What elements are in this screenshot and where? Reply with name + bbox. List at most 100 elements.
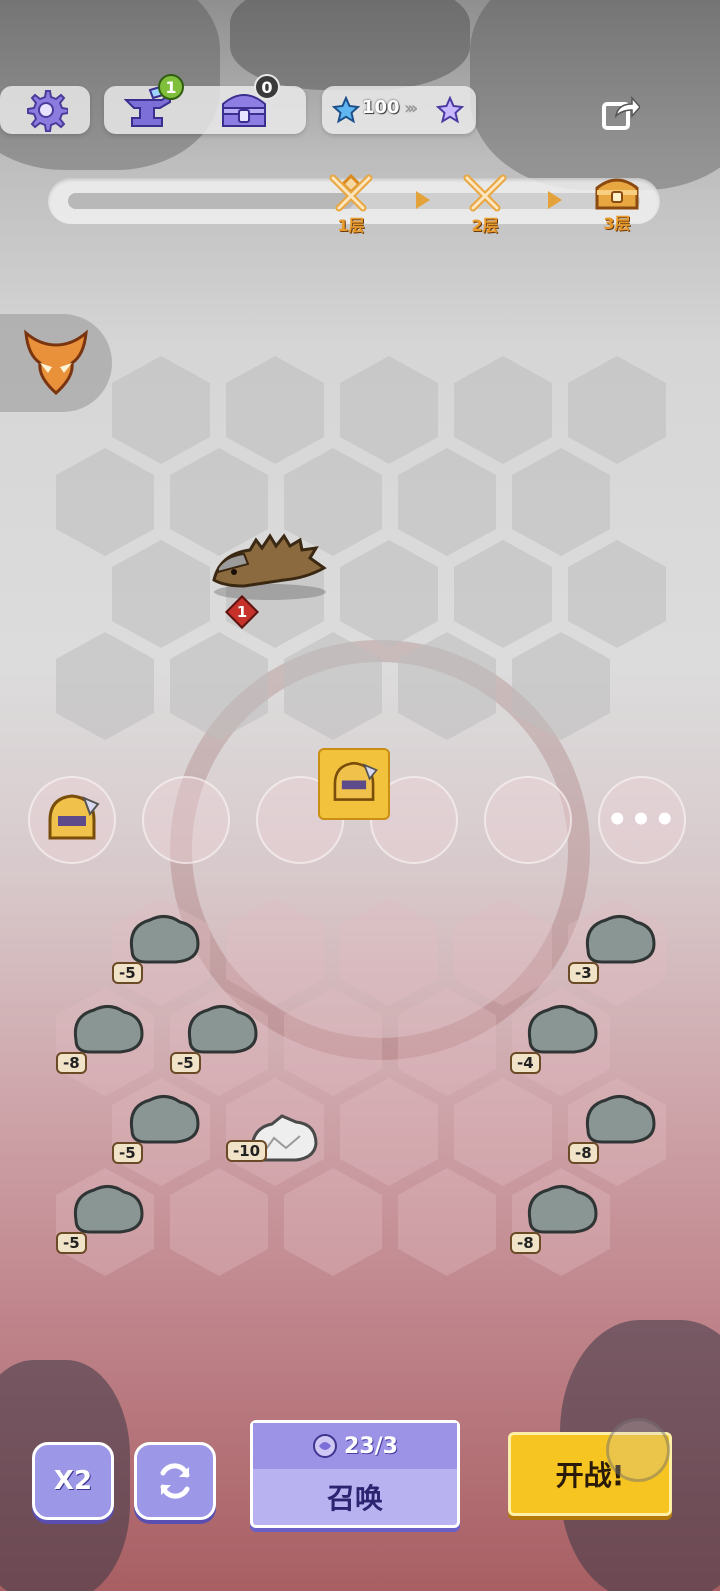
floor-progress-fill <box>68 193 354 209</box>
rock-hp-label: -8 <box>56 1052 87 1074</box>
chest-count-badge: 0 <box>254 74 280 100</box>
enemy-hex[interactable] <box>398 632 496 740</box>
player-hex[interactable] <box>398 988 496 1096</box>
rock-hp-label: -8 <box>568 1142 599 1164</box>
boulder-icon <box>527 1005 598 1054</box>
enemy-hex[interactable] <box>112 540 210 648</box>
summon-cost: 23/3 <box>344 1433 398 1459</box>
enemy-hex[interactable] <box>112 356 210 464</box>
rock-hp-label: -5 <box>112 962 143 984</box>
boulder-icon <box>129 915 200 964</box>
summon-cost-row: 23/3 <box>253 1423 457 1469</box>
boulder-icon <box>73 1005 144 1054</box>
summon-label: 召唤 <box>326 1482 383 1515</box>
player-hex[interactable] <box>398 1168 496 1276</box>
settings-button[interactable] <box>22 86 70 134</box>
enemy-hex[interactable] <box>454 540 552 648</box>
speed-x2-button[interactable]: X2 <box>32 1442 114 1520</box>
rock-unit[interactable]: -5 <box>170 1000 266 1074</box>
enemy-hex[interactable] <box>56 448 154 556</box>
enemy-hex[interactable] <box>340 356 438 464</box>
enemy-hex[interactable] <box>284 632 382 740</box>
rock-hp-label: -5 <box>112 1142 143 1164</box>
share-button[interactable] <box>600 92 642 132</box>
enemy-hex[interactable] <box>512 632 610 740</box>
bench-slot[interactable] <box>484 776 572 864</box>
rock-unit[interactable]: -5 <box>112 1090 208 1164</box>
chest-button[interactable]: 0 <box>214 74 280 136</box>
rock-hp-label: -10 <box>226 1140 268 1162</box>
crossed-swords-icon <box>463 174 507 212</box>
rock-unit[interactable]: -5 <box>112 910 208 984</box>
boss-info-button[interactable] <box>0 314 112 412</box>
rock-hp-label: -3 <box>568 962 599 984</box>
demon-mask-icon <box>24 329 88 396</box>
enemy-hex[interactable] <box>56 632 154 740</box>
star-count: 100 <box>362 97 400 118</box>
player-hex[interactable] <box>284 1168 382 1276</box>
chevrons-icon: ››› <box>404 98 418 119</box>
player-hex[interactable] <box>454 1078 552 1186</box>
player-hex[interactable] <box>284 988 382 1096</box>
armored-hero-icon <box>48 794 100 840</box>
player-hex[interactable] <box>226 898 324 1006</box>
enemy-hex[interactable] <box>568 356 666 464</box>
more-dots-icon: ••• <box>606 800 678 840</box>
rock-hp-label: -5 <box>170 1052 201 1074</box>
boulder-icon <box>527 1185 598 1234</box>
boulder-icon <box>187 1005 258 1054</box>
rock-hp-label: -8 <box>510 1232 541 1254</box>
enemy-hex[interactable] <box>226 356 324 464</box>
rock-hp-label: -5 <box>56 1232 87 1254</box>
selected-unit-card[interactable] <box>318 748 390 820</box>
bench-slot[interactable] <box>28 776 116 864</box>
forge-count-badge: 1 <box>158 74 184 100</box>
rock-unit[interactable]: -4 <box>510 1000 606 1074</box>
blue-star-icon <box>332 96 360 124</box>
crossed-swords-icon <box>329 173 373 212</box>
bench-slot[interactable] <box>142 776 230 864</box>
armored-hero-icon <box>333 761 378 801</box>
forge-button[interactable]: 1 <box>118 74 184 136</box>
stage-arrow-icon <box>548 191 562 209</box>
stage-arrow-icon <box>416 191 430 209</box>
enemy-level: 1 <box>236 603 248 621</box>
enemy-hex[interactable] <box>568 540 666 648</box>
rock-hp-label: -4 <box>510 1052 541 1074</box>
enemy-hex[interactable] <box>170 632 268 740</box>
enemy-hex[interactable] <box>454 356 552 464</box>
rock-unit[interactable]: -8 <box>568 1090 664 1164</box>
stage-3[interactable]: 3层 <box>588 174 646 234</box>
stage-3-label: 3层 <box>603 214 631 233</box>
rock-unit[interactable]: -5 <box>56 1180 152 1254</box>
boulder-icon <box>585 1095 656 1144</box>
stage-2[interactable]: 2层 <box>456 172 514 236</box>
player-hex[interactable] <box>340 898 438 1006</box>
player-hex[interactable] <box>340 1078 438 1186</box>
summon-button[interactable]: 23/3 召唤 <box>250 1420 460 1528</box>
boulder-icon <box>73 1185 144 1234</box>
stage-1[interactable]: 1层 <box>322 172 380 236</box>
boulder-icon <box>129 1095 200 1144</box>
crystal-rock-unit[interactable]: -10 <box>226 1112 322 1182</box>
boulder-icon <box>585 915 656 964</box>
refresh-icon <box>160 1463 190 1499</box>
rock-unit[interactable]: -8 <box>510 1180 606 1254</box>
gear-icon <box>27 90 68 132</box>
stage-2-label: 2层 <box>471 216 499 235</box>
bench-more-button[interactable]: ••• <box>598 776 686 864</box>
stage-1-label: 1层 <box>337 216 365 235</box>
enemy-unit[interactable] <box>204 528 336 602</box>
share-icon <box>602 96 642 130</box>
player-hex[interactable] <box>454 898 552 1006</box>
rock-unit[interactable]: -8 <box>56 1000 152 1074</box>
enemy-hex[interactable] <box>398 448 496 556</box>
orb-icon <box>313 1434 338 1458</box>
player-hex[interactable] <box>170 1168 268 1276</box>
rock-unit[interactable]: -3 <box>568 910 664 984</box>
refresh-button[interactable] <box>134 1442 216 1520</box>
enemy-hex[interactable] <box>512 448 610 556</box>
enemy-hex[interactable] <box>340 540 438 648</box>
spiky-lizard-icon <box>212 533 327 600</box>
treasure-chest-icon <box>595 178 639 210</box>
